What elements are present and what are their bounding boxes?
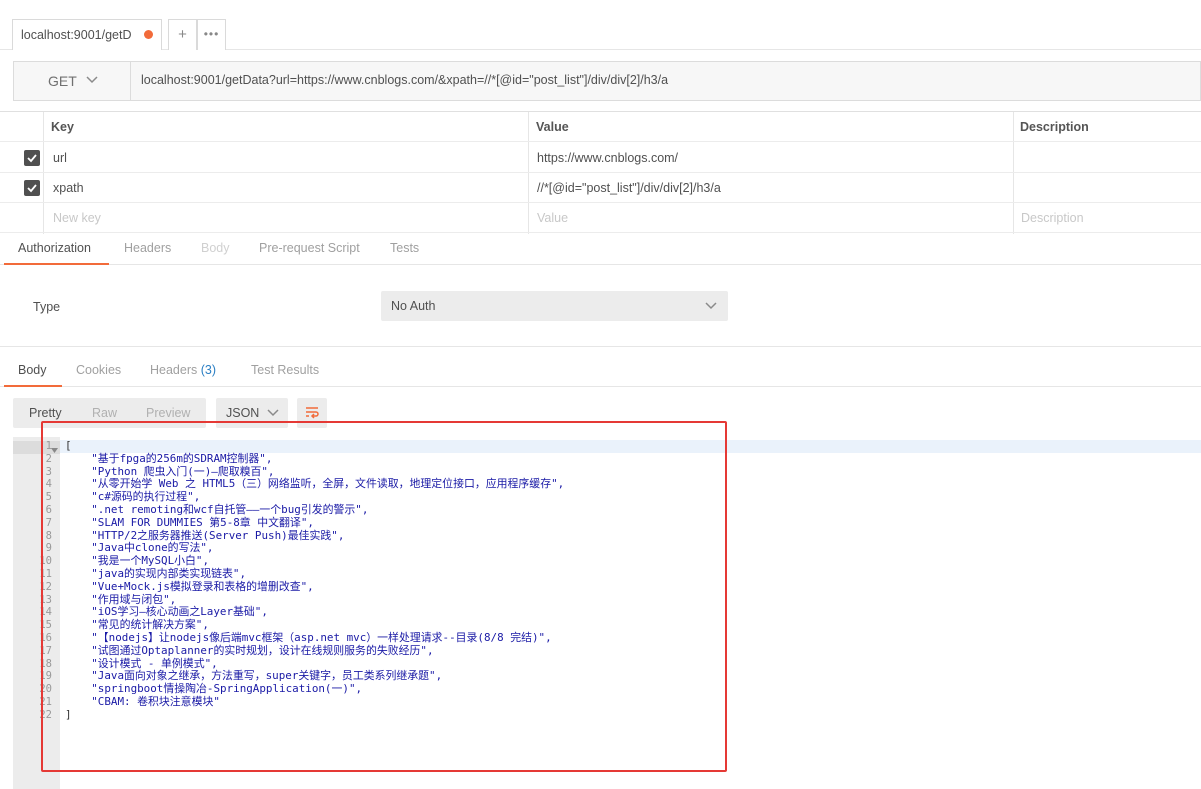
param-value[interactable]: //*[@id="post_list"]/div/div[2]/h3/a [537,173,721,203]
line-number: 17 [39,644,52,657]
code-line: "试图通过Optaplanner的实时规划，设计在线规则服务的失败经历", [65,643,434,657]
view-mode-segmented: Pretty Raw Preview [13,398,206,428]
param-key[interactable]: url [53,143,67,173]
line-number: 4 [45,478,52,491]
line-number: 8 [45,529,52,542]
new-key-input[interactable]: New key [53,203,101,233]
tab-test-results[interactable]: Test Results [251,363,319,377]
table-header-row: Key Value Description [0,112,1201,142]
line-number: 11 [39,568,52,580]
method-label: GET [48,73,77,89]
line-number: 20 [39,683,52,696]
line-number: 9 [45,542,52,555]
headers-count-badge: (3) [200,363,217,377]
param-value[interactable]: https://www.cnblogs.com/ [537,143,678,173]
chevron-down-icon [86,72,98,91]
auth-type-value: No Auth [391,299,436,313]
line-number-gutter: 1 2 3 4 5 6 7 8 9 10 11 12 13 14 15 16 17 18 19 20 21 22 [13,437,60,789]
format-label: JSON [226,406,260,420]
line-number: 15 [39,619,52,632]
line-number: 14 [39,606,52,619]
code-line: ".net remoting和wcf自托管——一个bug引发的警示", [65,502,369,516]
code-line: "基于fpga的256m的SDRAM控制器", [65,451,273,465]
line-number: 3 [45,465,52,478]
response-json: [ "基于fpga的256m的SDRAM控制器", "Python 爬虫入门(一… [65,439,564,722]
table-row: xpath //*[@id="post_list"]/div/div[2]/h3… [0,173,1201,203]
chevron-down-icon [704,299,718,316]
fold-arrow-icon[interactable] [51,442,58,457]
code-line: "SLAM FOR DUMMIES 第5-8章 中文翻译", [65,515,314,529]
line-number: 12 [39,580,52,593]
code-line: "CBAM: 卷积块注意模块" [65,694,220,708]
unsaved-dot-icon [144,30,153,39]
description-header: Description [1020,120,1089,134]
line-number: 21 [39,696,52,708]
url-input[interactable]: localhost:9001/getData?url=https://www.c… [141,73,668,87]
line-number: 1 [45,440,52,452]
params-table: Key Value Description url https://www.cn… [0,111,1201,234]
response-tabs: Body Cookies Headers (3) Test Results [0,355,1201,387]
active-tab-indicator [4,263,109,265]
request-tab[interactable]: localhost:9001/getD [12,19,162,50]
value-header: Value [536,120,569,134]
tab-response-body[interactable]: Body [18,363,47,377]
line-number: 16 [39,632,52,644]
line-number: 19 [39,670,52,683]
chevron-down-icon [266,406,280,423]
line-number: 10 [39,555,52,568]
line-number: 7 [45,516,52,529]
request-tab-bar: localhost:9001/getD + ••• [0,0,1201,50]
more-tabs-button[interactable]: ••• [197,19,226,50]
new-tab-button[interactable]: + [168,19,197,50]
line-number: 2 [45,452,52,465]
view-pretty-button[interactable]: Pretty [29,406,62,420]
line-number: 22 [39,708,52,721]
new-description-input[interactable]: Description [1021,203,1084,233]
request-options-tabs: Authorization Headers Body Pre-request S… [0,234,1201,265]
new-value-input[interactable]: Value [537,203,568,233]
code-line: "【nodejs】让nodejs像后端mvc框架（asp.net mvc）一样处… [65,630,552,644]
line-number: 13 [39,593,52,606]
auth-type-label: Type [33,300,61,314]
key-header: Key [51,120,74,134]
checkbox[interactable] [24,150,40,166]
view-preview-button[interactable]: Preview [146,406,190,420]
line-number: 5 [45,491,52,504]
view-raw-button[interactable]: Raw [92,406,117,420]
code-line: ] [65,707,72,721]
new-param-row: New key Value Description [0,203,1201,233]
tab-response-headers[interactable]: Headers (3) [150,363,216,377]
table-row: url https://www.cnblogs.com/ [0,143,1201,173]
format-select[interactable]: JSON [216,398,288,428]
tab-tests[interactable]: Tests [390,241,419,255]
param-key[interactable]: xpath [53,173,84,203]
checkbox[interactable] [24,180,40,196]
tab-body[interactable]: Body [201,241,230,255]
auth-type-select[interactable]: No Auth [381,291,728,321]
tab-cookies[interactable]: Cookies [76,363,121,377]
code-line: "Vue+Mock.js模拟登录和表格的增删改查", [65,579,314,593]
code-line: [ [65,439,72,452]
method-select[interactable]: GET [14,62,131,100]
tab-pre-request-script[interactable]: Pre-request Script [259,241,360,255]
response-body-editor[interactable]: 1 2 3 4 5 6 7 8 9 10 11 12 13 14 15 16 17 18 19 20 21 22 [ "基… [13,437,1201,789]
line-number: 18 [39,657,52,670]
wrap-lines-button[interactable] [297,398,327,428]
active-tab-indicator [4,385,62,387]
tab-authorization[interactable]: Authorization [18,241,91,255]
url-bar: GET localhost:9001/getData?url=https://w… [13,61,1201,101]
response-headers-label: Headers [150,363,198,377]
code-line: "java的实现内部类实现链表", [65,566,247,580]
line-number: 6 [45,504,52,516]
request-tab-label: localhost:9001/getD [21,28,132,42]
section-divider [0,346,1201,347]
tab-headers[interactable]: Headers [124,241,171,255]
